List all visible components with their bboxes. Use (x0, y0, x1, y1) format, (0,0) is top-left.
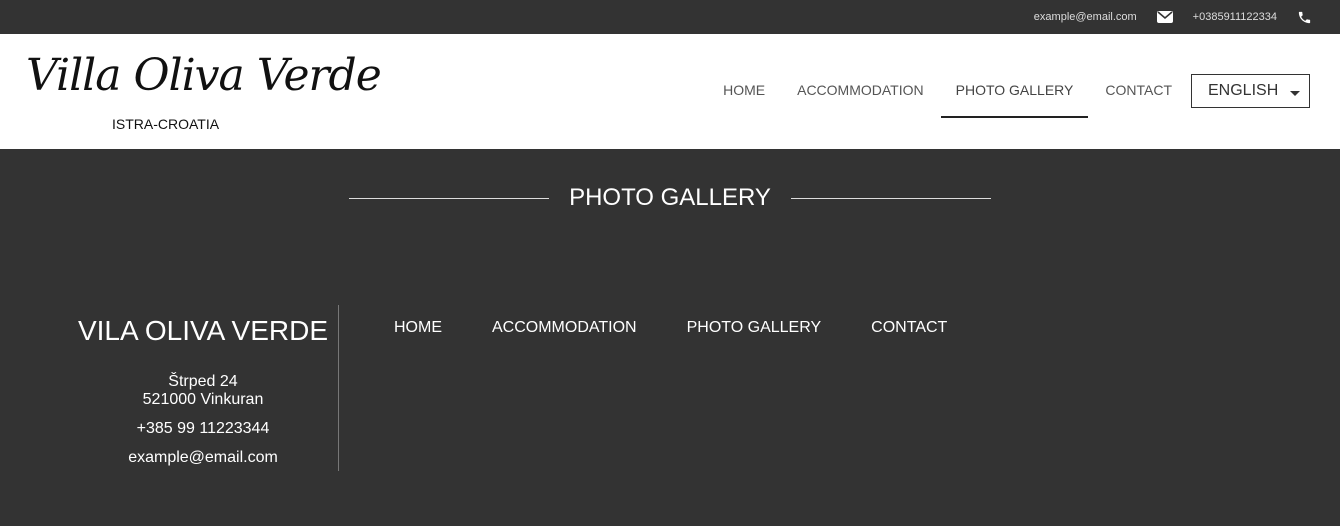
footer-address: Štrped 24 521000 Vinkuran (68, 373, 338, 409)
footer-email[interactable]: example@email.com (68, 449, 338, 467)
language-value: ENGLISH (1208, 82, 1279, 99)
footer-address-line1: Štrped 24 (168, 373, 238, 390)
footer-phone[interactable]: +385 99 11223344 (68, 420, 338, 438)
site-logo[interactable]: Villa Oliva Verde (26, 46, 382, 106)
footer-nav: HOME ACCOMMODATION PHOTO GALLERY CONTACT (394, 319, 997, 337)
phone-icon (1297, 10, 1312, 25)
footer-nav-photo-gallery[interactable]: PHOTO GALLERY (687, 319, 822, 337)
language-select[interactable]: ENGLISH (1191, 74, 1310, 108)
nav-photo-gallery[interactable]: PHOTO GALLERY (940, 74, 1089, 118)
site-footer: VILA OLIVA VERDE Štrped 24 521000 Vinkur… (0, 305, 1340, 471)
logo-subtitle: ISTRA-CROATIA (112, 116, 220, 132)
footer-nav-home[interactable]: HOME (394, 319, 442, 337)
envelope-icon (1156, 11, 1173, 23)
footer-nav-contact[interactable]: CONTACT (871, 319, 947, 337)
topbar-phone-text[interactable]: +0385911122334 (1193, 11, 1277, 23)
footer-site-name: VILA OLIVA VERDE (77, 315, 329, 346)
topbar-email[interactable]: example@email.com (1034, 11, 1193, 23)
main-nav: HOME ACCOMMODATION PHOTO GALLERY CONTACT… (708, 74, 1310, 118)
heading-divider-right (790, 197, 991, 199)
footer-address-line2: 521000 Vinkuran (142, 391, 264, 408)
footer-contact-block: VILA OLIVA VERDE Štrped 24 521000 Vinkur… (68, 305, 339, 471)
page-title: PHOTO GALLERY (569, 184, 771, 211)
top-contact-bar: example@email.com +0385911122334 (0, 0, 1340, 34)
section-heading: PHOTO GALLERY (0, 184, 1340, 212)
heading-divider-left (349, 197, 550, 199)
nav-home[interactable]: HOME (708, 74, 780, 118)
logo-title: Villa Oliva Verde (26, 50, 382, 101)
nav-contact[interactable]: CONTACT (1090, 74, 1187, 118)
nav-accommodation[interactable]: ACCOMMODATION (782, 74, 939, 118)
topbar-phone[interactable]: +0385911122334 (1193, 10, 1312, 25)
footer-nav-accommodation[interactable]: ACCOMMODATION (492, 319, 637, 337)
site-header: Villa Oliva Verde ISTRA-CROATIA HOME ACC… (0, 34, 1340, 149)
topbar-email-text[interactable]: example@email.com (1034, 11, 1137, 23)
chevron-down-icon (1290, 91, 1300, 96)
